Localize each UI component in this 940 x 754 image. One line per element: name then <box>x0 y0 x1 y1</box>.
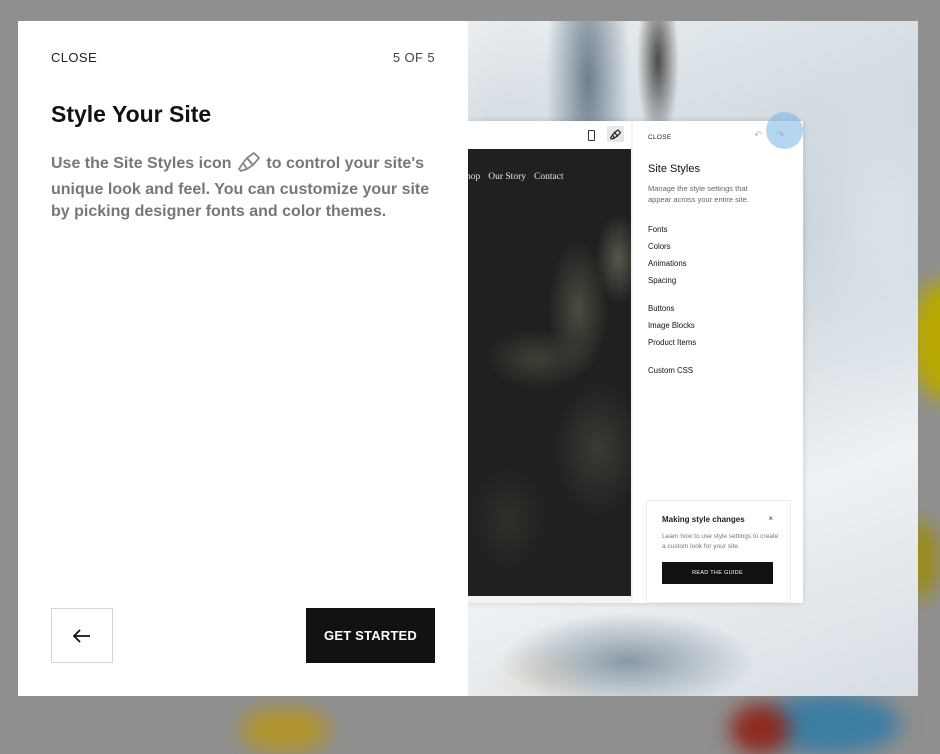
modal-title: Style Your Site <box>51 101 212 127</box>
modal-content-pane: CLOSE 5 OF 5 Style Your Site Use the Sit… <box>18 21 468 696</box>
list-item: Fonts <box>648 225 668 234</box>
illustration-pane: hop Our Story Contact CLOSE ↶ ↷ Site Style… <box>468 21 918 696</box>
background-decoration <box>240 708 330 752</box>
list-item: Colors <box>648 242 671 251</box>
tip-card: Making style changes × Learn how to use … <box>646 500 791 603</box>
back-button[interactable] <box>51 608 113 663</box>
editor-preview: hop Our Story Contact CLOSE ↶ ↷ Site Style… <box>468 112 803 603</box>
panel-subtitle: Manage the style settings that appear ac… <box>648 184 749 204</box>
list-item: Custom CSS <box>648 366 694 375</box>
nav-link: Contact <box>534 172 564 182</box>
close-icon: × <box>768 514 773 523</box>
background-decoration <box>730 704 790 754</box>
list-item: Buttons <box>648 304 675 313</box>
nav-link: hop <box>468 172 481 182</box>
redo-icon: ↷ <box>776 130 785 141</box>
panel-title: Site Styles <box>648 163 700 175</box>
site-preview-image: hop Our Story Contact <box>468 149 631 596</box>
undo-icon: ↶ <box>754 130 763 141</box>
paintbrush-icon <box>238 152 260 179</box>
tip-body: Learn how to use style settings to creat… <box>662 533 779 550</box>
list-item: Image Blocks <box>648 321 695 330</box>
site-navigation: hop Our Story Contact <box>468 172 572 182</box>
click-highlight <box>766 112 803 149</box>
list-item: Spacing <box>648 276 677 285</box>
site-styles-panel: CLOSE ↶ ↷ Site Styles Manage the style s… <box>633 112 803 603</box>
site-styles-icon <box>607 126 624 142</box>
read-guide-button: READ THE GUIDE <box>662 562 773 584</box>
mobile-icon <box>588 130 595 141</box>
modal-description: Use the Site Styles icon to control your… <box>51 152 436 223</box>
style-settings-list: Fonts Colors Animations Spacing Buttons … <box>648 225 696 383</box>
get-started-button[interactable]: GET STARTED <box>306 608 435 663</box>
onboarding-modal: CLOSE 5 OF 5 Style Your Site Use the Sit… <box>18 21 918 696</box>
list-item: Product Items <box>648 338 697 347</box>
step-indicator: 5 OF 5 <box>392 50 435 65</box>
preview-toolbar <box>468 121 631 150</box>
arrow-left-icon <box>73 628 90 643</box>
nav-link: Our Story <box>488 172 526 182</box>
description-text-start: Use the Site Styles icon <box>51 155 232 172</box>
panel-close-label: CLOSE <box>648 134 672 141</box>
close-button[interactable]: CLOSE <box>51 50 97 65</box>
list-item: Animations <box>648 259 687 268</box>
tip-title: Making style changes <box>662 515 745 524</box>
